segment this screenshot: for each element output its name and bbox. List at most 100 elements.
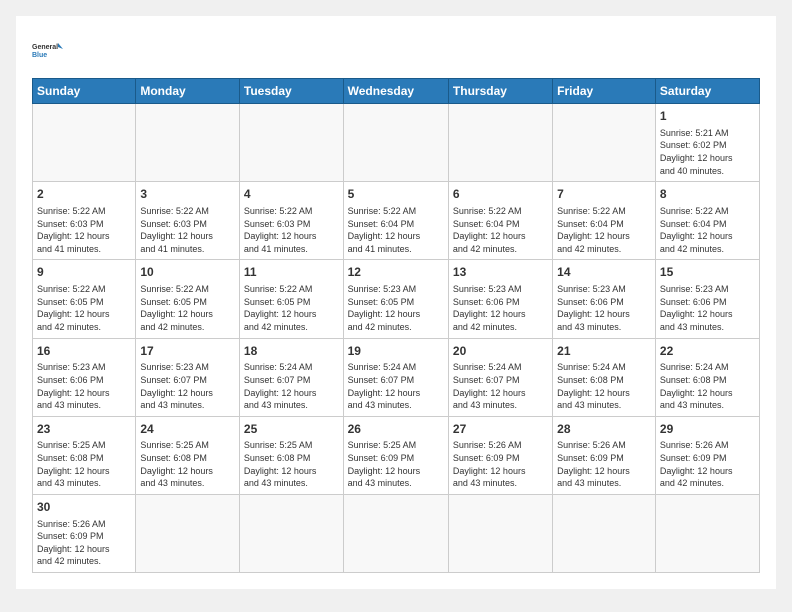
day-number: 30 (37, 499, 131, 516)
calendar-cell (33, 104, 136, 182)
calendar-cell: 4Sunrise: 5:22 AMSunset: 6:03 PMDaylight… (239, 182, 343, 260)
day-number: 21 (557, 343, 651, 360)
day-number: 28 (557, 421, 651, 438)
calendar-cell: 9Sunrise: 5:22 AMSunset: 6:05 PMDaylight… (33, 260, 136, 338)
calendar-cell: 14 Sunrise: 5:23 AMSunset: 6:06 PMDayligh… (553, 260, 656, 338)
day-info: Sunrise: 5:23 AMSunset: 6:06 PMDaylight:… (453, 283, 548, 333)
day-info: Sunrise: 5:23 AMSunset: 6:06 PMDaylight:… (557, 283, 651, 333)
day-number: 7 (557, 186, 651, 203)
calendar-cell: 18Sunrise: 5:24 AMSunset: 6:07 PMDayligh… (239, 338, 343, 416)
calendar-cell: 22Sunrise: 5:24 AMSunset: 6:08 PMDayligh… (655, 338, 759, 416)
calendar-week-row: 9Sunrise: 5:22 AMSunset: 6:05 PMDaylight… (33, 260, 760, 338)
day-number: 15 (660, 264, 755, 281)
svg-text:General: General (32, 44, 58, 51)
day-info: Sunrise: 5:25 AMSunset: 6:08 PMDaylight:… (140, 439, 235, 489)
day-number: 10 (140, 264, 235, 281)
calendar-cell (448, 494, 552, 572)
calendar-cell: 6Sunrise: 5:22 AMSunset: 6:04 PMDaylight… (448, 182, 552, 260)
calendar-cell: 1 Sunrise: 5:21 AMSunset: 6:02 PMDaylight… (655, 104, 759, 182)
day-info: Sunrise: 5:23 AMSunset: 6:06 PMDaylight:… (37, 361, 131, 411)
day-number: 23 (37, 421, 131, 438)
calendar-cell: 19Sunrise: 5:24 AMSunset: 6:07 PMDayligh… (343, 338, 448, 416)
calendar-cell: 27Sunrise: 5:26 AMSunset: 6:09 PMDayligh… (448, 416, 552, 494)
calendar-week-row: 16Sunrise: 5:23 AMSunset: 6:06 PMDayligh… (33, 338, 760, 416)
calendar-cell: 26Sunrise: 5:25 AMSunset: 6:09 PMDayligh… (343, 416, 448, 494)
weekday-header-wednesday: Wednesday (343, 79, 448, 104)
calendar-cell: 28Sunrise: 5:26 AMSunset: 6:09 PMDayligh… (553, 416, 656, 494)
day-number: 25 (244, 421, 339, 438)
calendar-cell (136, 104, 240, 182)
day-info: Sunrise: 5:26 AMSunset: 6:09 PMDaylight:… (453, 439, 548, 489)
calendar-cell: 25Sunrise: 5:25 AMSunset: 6:08 PMDayligh… (239, 416, 343, 494)
calendar-page: GeneralBlue SundayMondayTuesdayWednesday… (16, 16, 776, 589)
calendar-cell (655, 494, 759, 572)
day-info: Sunrise: 5:22 AMSunset: 6:04 PMDaylight:… (348, 205, 444, 255)
day-number: 20 (453, 343, 548, 360)
calendar-cell: 8 Sunrise: 5:22 AMSunset: 6:04 PMDaylight… (655, 182, 759, 260)
calendar-week-row: 2 Sunrise: 5:22 AMSunset: 6:03 PMDaylight… (33, 182, 760, 260)
day-number: 5 (348, 186, 444, 203)
calendar-cell: 11Sunrise: 5:22 AMSunset: 6:05 PMDayligh… (239, 260, 343, 338)
day-info: Sunrise: 5:24 AMSunset: 6:07 PMDaylight:… (244, 361, 339, 411)
weekday-header-saturday: Saturday (655, 79, 759, 104)
calendar-week-row: 23 Sunrise: 5:25 AMSunset: 6:08 PMDayligh… (33, 416, 760, 494)
weekday-header-friday: Friday (553, 79, 656, 104)
weekday-header-monday: Monday (136, 79, 240, 104)
day-info: Sunrise: 5:24 AMSunset: 6:07 PMDaylight:… (348, 361, 444, 411)
calendar-cell: 17Sunrise: 5:23 AMSunset: 6:07 PMDayligh… (136, 338, 240, 416)
day-info: Sunrise: 5:22 AMSunset: 6:04 PMDaylight:… (660, 205, 755, 255)
calendar-cell (239, 104, 343, 182)
calendar-cell: 3 Sunrise: 5:22 AMSunset: 6:03 PMDaylight… (136, 182, 240, 260)
calendar-cell: 20Sunrise: 5:24 AMSunset: 6:07 PMDayligh… (448, 338, 552, 416)
weekday-header-sunday: Sunday (33, 79, 136, 104)
day-number: 17 (140, 343, 235, 360)
day-number: 22 (660, 343, 755, 360)
day-number: 19 (348, 343, 444, 360)
day-number: 26 (348, 421, 444, 438)
calendar-table: SundayMondayTuesdayWednesdayThursdayFrid… (32, 78, 760, 573)
calendar-cell: 7 Sunrise: 5:22 AMSunset: 6:04 PMDaylight… (553, 182, 656, 260)
calendar-cell: 15Sunrise: 5:23 AMSunset: 6:06 PMDayligh… (655, 260, 759, 338)
calendar-cell (553, 104, 656, 182)
day-info: Sunrise: 5:25 AMSunset: 6:08 PMDaylight:… (244, 439, 339, 489)
day-number: 16 (37, 343, 131, 360)
calendar-cell: 12Sunrise: 5:23 AMSunset: 6:05 PMDayligh… (343, 260, 448, 338)
day-info: Sunrise: 5:22 AMSunset: 6:04 PMDaylight:… (557, 205, 651, 255)
day-number: 2 (37, 186, 131, 203)
day-info: Sunrise: 5:22 AMSunset: 6:03 PMDaylight:… (244, 205, 339, 255)
calendar-cell: 16Sunrise: 5:23 AMSunset: 6:06 PMDayligh… (33, 338, 136, 416)
generalblue-logo-icon: GeneralBlue (32, 32, 68, 68)
calendar-cell (343, 494, 448, 572)
day-number: 1 (660, 108, 755, 125)
day-info: Sunrise: 5:26 AMSunset: 6:09 PMDaylight:… (37, 518, 131, 568)
weekday-header-row: SundayMondayTuesdayWednesdayThursdayFrid… (33, 79, 760, 104)
calendar-cell: 5 Sunrise: 5:22 AMSunset: 6:04 PMDaylight… (343, 182, 448, 260)
logo: GeneralBlue (32, 32, 68, 68)
calendar-cell: 13Sunrise: 5:23 AMSunset: 6:06 PMDayligh… (448, 260, 552, 338)
day-info: Sunrise: 5:24 AMSunset: 6:08 PMDaylight:… (557, 361, 651, 411)
day-info: Sunrise: 5:26 AMSunset: 6:09 PMDaylight:… (557, 439, 651, 489)
day-info: Sunrise: 5:24 AMSunset: 6:07 PMDaylight:… (453, 361, 548, 411)
day-info: Sunrise: 5:25 AMSunset: 6:09 PMDaylight:… (348, 439, 444, 489)
day-info: Sunrise: 5:23 AMSunset: 6:05 PMDaylight:… (348, 283, 444, 333)
calendar-cell (136, 494, 240, 572)
day-number: 8 (660, 186, 755, 203)
day-number: 24 (140, 421, 235, 438)
calendar-cell: 29Sunrise: 5:26 AMSunset: 6:09 PMDayligh… (655, 416, 759, 494)
day-info: Sunrise: 5:23 AMSunset: 6:07 PMDaylight:… (140, 361, 235, 411)
day-info: Sunrise: 5:22 AMSunset: 6:03 PMDaylight:… (140, 205, 235, 255)
svg-text:Blue: Blue (32, 52, 47, 59)
day-info: Sunrise: 5:21 AMSunset: 6:02 PMDaylight:… (660, 127, 755, 177)
day-number: 14 (557, 264, 651, 281)
page-header: GeneralBlue (32, 32, 760, 68)
calendar-week-row: 1 Sunrise: 5:21 AMSunset: 6:02 PMDaylight… (33, 104, 760, 182)
day-number: 3 (140, 186, 235, 203)
calendar-cell (448, 104, 552, 182)
calendar-cell: 23Sunrise: 5:25 AMSunset: 6:08 PMDayligh… (33, 416, 136, 494)
day-info: Sunrise: 5:24 AMSunset: 6:08 PMDaylight:… (660, 361, 755, 411)
day-info: Sunrise: 5:22 AMSunset: 6:05 PMDaylight:… (140, 283, 235, 333)
calendar-cell (343, 104, 448, 182)
day-info: Sunrise: 5:22 AMSunset: 6:05 PMDaylight:… (37, 283, 131, 333)
weekday-header-thursday: Thursday (448, 79, 552, 104)
weekday-header-tuesday: Tuesday (239, 79, 343, 104)
